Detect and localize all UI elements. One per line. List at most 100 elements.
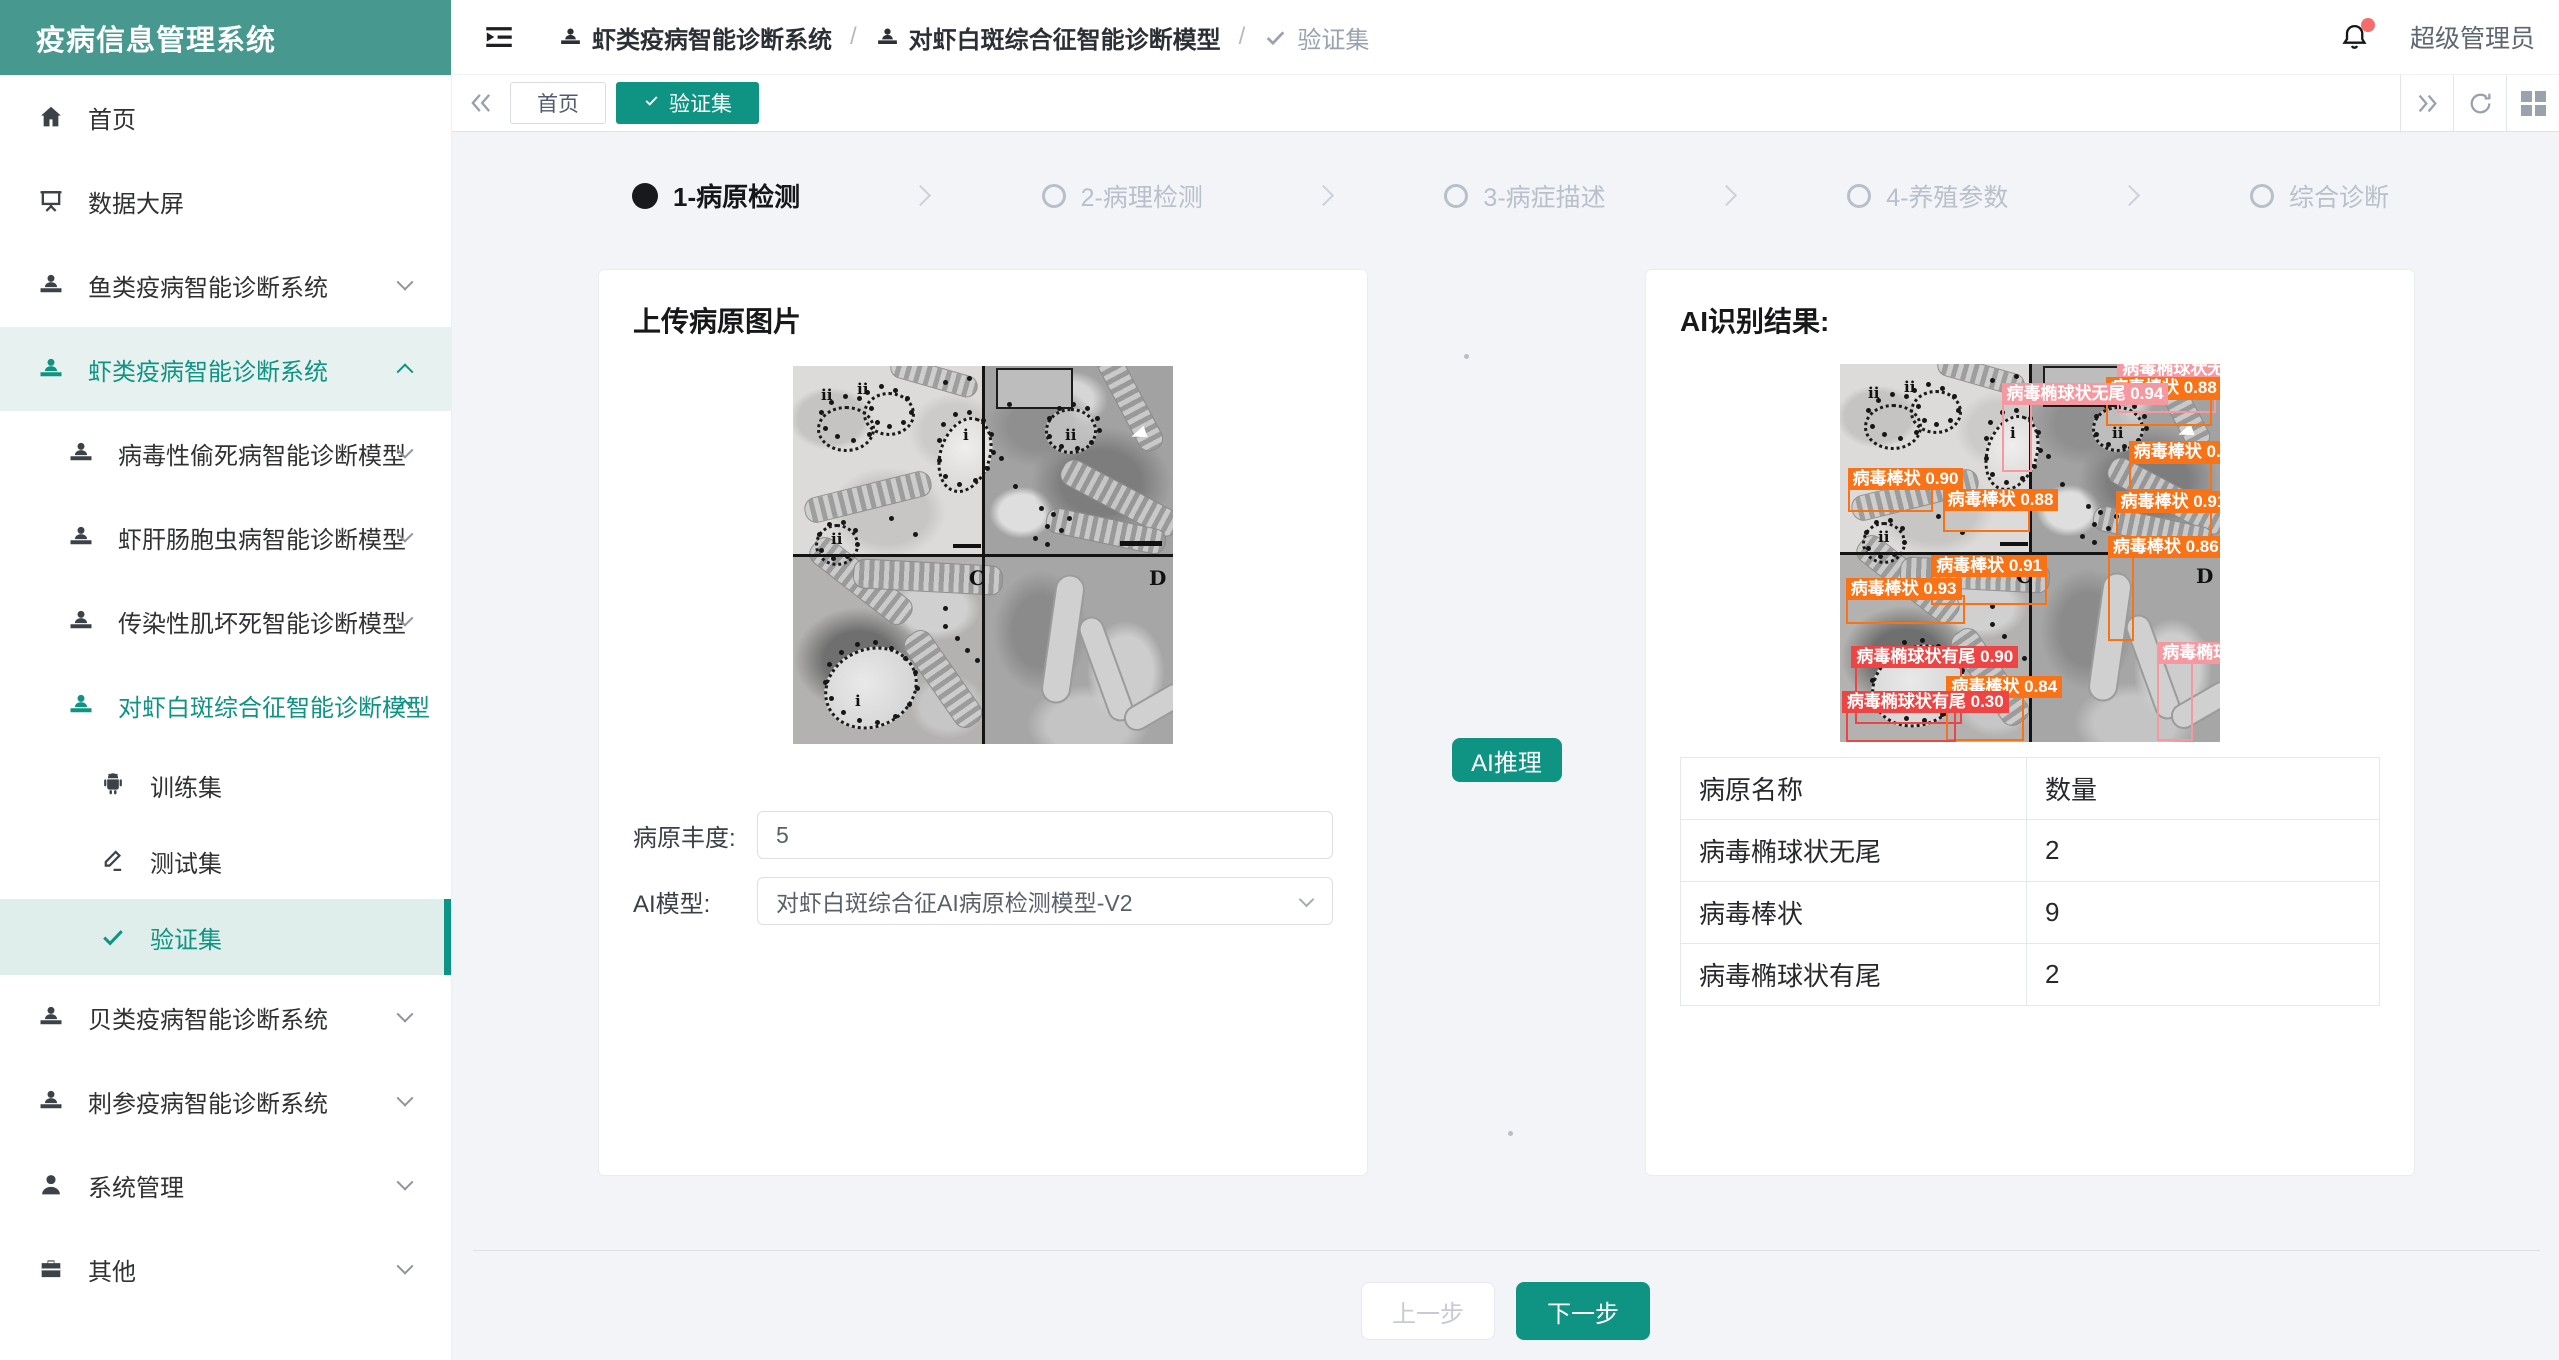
sidebar-item[interactable]: 训练集 bbox=[0, 747, 451, 823]
sidebar-fold-icon[interactable] bbox=[482, 20, 516, 54]
refresh-icon[interactable] bbox=[2453, 75, 2506, 131]
breadcrumb-label: 虾类疫病智能诊断系统 bbox=[592, 20, 832, 55]
main-content: 1-病原检测2-病理检测3-病症描述4-养殖参数综合诊断 上传病原图片 iiii… bbox=[452, 132, 2559, 1360]
sidebar-item[interactable]: 传染性肌坏死智能诊断模型 bbox=[0, 579, 451, 663]
sidebar-item-label: 其他 bbox=[88, 1252, 136, 1287]
upload-card-title: 上传病原图片 bbox=[633, 300, 1333, 340]
sidebar-item-label: 验证集 bbox=[150, 920, 222, 955]
detection-box bbox=[2002, 401, 2032, 473]
step-4-养殖参数[interactable]: 4-养殖参数 bbox=[1847, 178, 2008, 214]
notification-bell-icon[interactable] bbox=[2339, 21, 2370, 54]
sidebar-item-label: 测试集 bbox=[150, 844, 222, 879]
chevron-down-icon bbox=[1299, 892, 1315, 908]
sidebar-item[interactable]: 首页 bbox=[0, 75, 451, 159]
detection-label: 病毒棒状 0.88 bbox=[1943, 489, 2059, 511]
app-title: 疫病信息管理系统 bbox=[0, 0, 451, 75]
model-label: AI模型: bbox=[633, 884, 757, 919]
sidebar-item-label: 虾肝肠胞虫病智能诊断模型 bbox=[118, 520, 406, 555]
layout-grid-icon[interactable] bbox=[2506, 75, 2559, 131]
sidebar-item-label: 系统管理 bbox=[88, 1168, 184, 1203]
detection-box bbox=[2108, 554, 2135, 641]
pencil-icon bbox=[98, 847, 128, 875]
model-select[interactable]: 对虾白斑综合征AI病原检测模型-V2 bbox=[757, 877, 1333, 925]
table-cell: 2 bbox=[2027, 820, 2380, 882]
detection-label: 病毒椭球状无尾 0.94 bbox=[2002, 383, 2169, 405]
sidebar-item-label: 首页 bbox=[88, 100, 136, 135]
sidebar-item[interactable]: 数据大屏 bbox=[0, 159, 451, 243]
table-cell: 病毒椭球状无尾 bbox=[1681, 820, 2027, 882]
chevron-down-icon bbox=[397, 274, 414, 291]
table-row: 病毒椭球状无尾2 bbox=[1681, 820, 2380, 882]
chevron-down-icon bbox=[397, 1090, 414, 1107]
step-separator-chevron-icon bbox=[2119, 185, 2140, 206]
detection-box bbox=[2129, 459, 2213, 491]
sidebar-item[interactable]: 病毒性偷死病智能诊断模型 bbox=[0, 411, 451, 495]
step-1-病原检测[interactable]: 1-病原检测 bbox=[632, 177, 800, 214]
abundance-input[interactable]: 5 bbox=[757, 811, 1333, 859]
tabs: 首页验证集 bbox=[510, 82, 759, 124]
detection-box bbox=[2157, 660, 2193, 741]
detection-label: 病毒椭球 bbox=[2157, 642, 2220, 664]
person-icon bbox=[36, 1171, 66, 1199]
step-2-病理检测[interactable]: 2-病理检测 bbox=[1042, 178, 1203, 214]
em-quadrant-label: ii bbox=[831, 532, 842, 547]
sidebar-item[interactable]: 虾类疫病智能诊断系统 bbox=[0, 327, 451, 411]
table-cell: 2 bbox=[2027, 944, 2380, 1006]
artifact-dot bbox=[1464, 354, 1469, 359]
em-quadrant-label: i bbox=[963, 428, 969, 443]
sidebar-item[interactable]: 虾肝肠胞虫病智能诊断模型 bbox=[0, 495, 451, 579]
table-cell: 病毒椭球状有尾 bbox=[1681, 944, 2027, 1006]
step-label: 4-养殖参数 bbox=[1886, 178, 2008, 214]
header-right: 超级管理员 bbox=[2339, 19, 2535, 55]
prev-step-button[interactable]: 上一步 bbox=[1361, 1282, 1495, 1340]
screen-icon bbox=[36, 187, 66, 215]
footer-buttons: 上一步 下一步 bbox=[452, 1282, 2559, 1340]
sidebar-item-label: 鱼类疫病智能诊断系统 bbox=[88, 268, 328, 303]
sidebar-item[interactable]: 对虾白斑综合征智能诊断模型 bbox=[0, 663, 451, 747]
next-step-button[interactable]: 下一步 bbox=[1516, 1282, 1650, 1340]
step-label: 1-病原检测 bbox=[673, 177, 800, 214]
table-cell: 9 bbox=[2027, 882, 2380, 944]
tab-验证集[interactable]: 验证集 bbox=[616, 82, 759, 124]
tab-首页[interactable]: 首页 bbox=[510, 82, 606, 124]
table-row: 病毒棒状9 bbox=[1681, 882, 2380, 944]
em-quadrant-label: C bbox=[969, 568, 985, 588]
tabs-scroll-right-icon[interactable] bbox=[2400, 75, 2453, 131]
diagnose-icon bbox=[36, 271, 66, 299]
em-quadrant-label: ii bbox=[1065, 428, 1076, 443]
breadcrumb-item[interactable]: 虾类疫病智能诊断系统 bbox=[558, 20, 832, 55]
middle-column: AI推理 bbox=[1368, 269, 1645, 1176]
user-menu[interactable]: 超级管理员 bbox=[2410, 19, 2535, 55]
sidebar-item[interactable]: 刺参疫病智能诊断系统 bbox=[0, 1059, 451, 1143]
chevron-down-icon bbox=[397, 1174, 414, 1191]
ai-infer-button[interactable]: AI推理 bbox=[1452, 738, 1562, 782]
sidebar-item-label: 训练集 bbox=[150, 768, 222, 803]
tabs-scroll-left-icon[interactable] bbox=[452, 89, 510, 117]
detection-label: 病毒棒状 0.88 bbox=[2129, 441, 2220, 463]
diagnose-icon bbox=[66, 691, 96, 719]
em-quadrant-label: D bbox=[1149, 568, 1166, 588]
diagnose-icon bbox=[558, 25, 583, 50]
pathogen-image[interactable]: iiiiiiiiiCDi bbox=[793, 366, 1173, 744]
sidebar-item[interactable]: 验证集 bbox=[0, 899, 451, 975]
sidebar-item[interactable]: 其他 bbox=[0, 1227, 451, 1311]
step-综合诊断[interactable]: 综合诊断 bbox=[2250, 178, 2389, 214]
check-icon bbox=[98, 923, 128, 951]
sidebar-item-label: 传染性肌坏死智能诊断模型 bbox=[118, 604, 406, 639]
step-3-病症描述[interactable]: 3-病症描述 bbox=[1444, 178, 1605, 214]
sidebar-item[interactable]: 系统管理 bbox=[0, 1143, 451, 1227]
diagnose-icon bbox=[66, 523, 96, 551]
diagnose-icon bbox=[66, 607, 96, 635]
sidebar-item[interactable]: 贝类疫病智能诊断系统 bbox=[0, 975, 451, 1059]
detection-label: 病毒棒状 0.91 bbox=[1931, 555, 2047, 577]
sidebar-item[interactable]: 测试集 bbox=[0, 823, 451, 899]
artifact-dot bbox=[1508, 1131, 1513, 1136]
detection-label: 病毒椭球状有尾 0.30 bbox=[1842, 691, 2009, 713]
check-icon bbox=[1263, 25, 1288, 50]
breadcrumb-item[interactable]: 对虾白斑综合征智能诊断模型 bbox=[875, 20, 1221, 55]
check-icon bbox=[643, 91, 660, 115]
breadcrumb: 虾类疫病智能诊断系统/对虾白斑综合征智能诊断模型/验证集 bbox=[558, 20, 1369, 55]
home-icon bbox=[36, 103, 66, 131]
sidebar-item[interactable]: 鱼类疫病智能诊断系统 bbox=[0, 243, 451, 327]
step-label: 综合诊断 bbox=[2289, 178, 2389, 214]
